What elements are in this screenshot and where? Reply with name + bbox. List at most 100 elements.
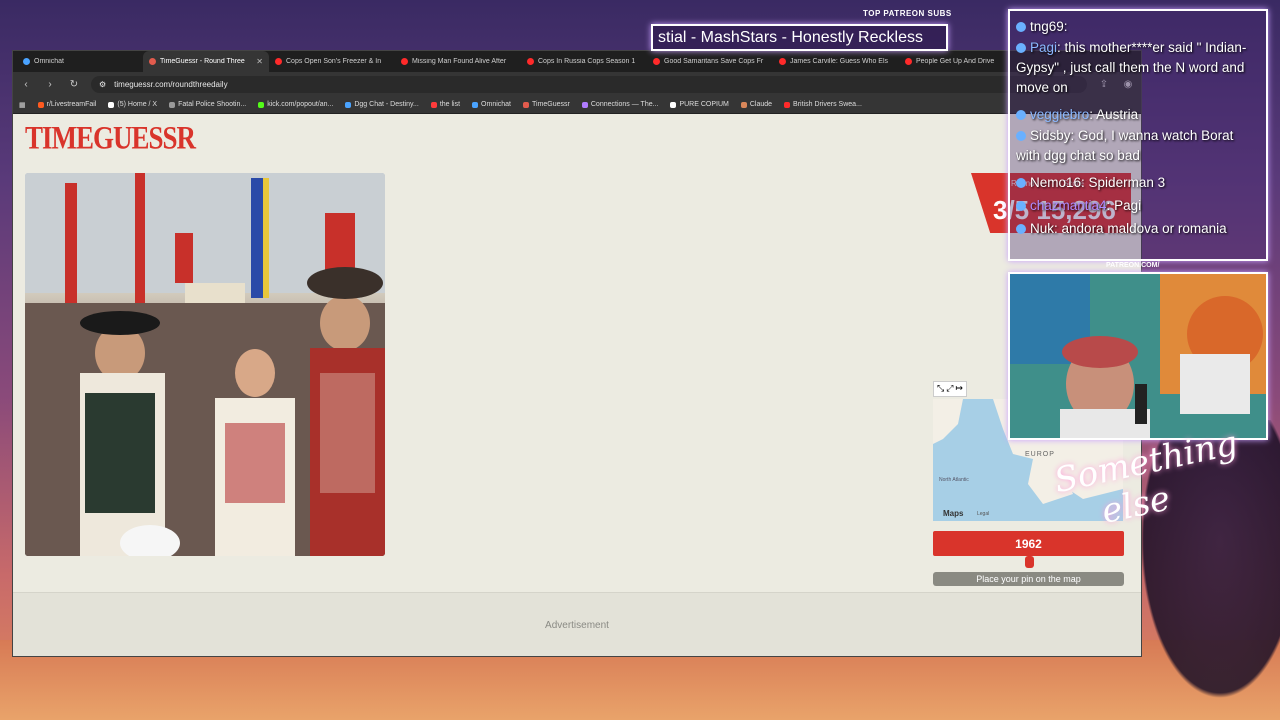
bookmark-favicon-icon [740, 101, 747, 108]
ticker-text: stial - MashStars - Honestly Reckless [658, 28, 923, 46]
chat-username: Pagi [1030, 40, 1058, 55]
browser-tab[interactable]: Good Samaritans Save Cops Fr [647, 51, 773, 72]
bookmark-favicon-icon [108, 101, 115, 108]
bookmark-item[interactable]: Connections — The... [581, 101, 658, 108]
chat-username: veggiebro [1030, 107, 1090, 122]
map-label-europe: EUROP [1025, 451, 1055, 458]
timeguessr-page: TIMEGUESSR Score 3/5 15,296 ⤡ ⤢ ↦ EUROP … [13, 115, 1141, 656]
bookmark-item[interactable]: Omnichat [472, 101, 511, 108]
tab-favicon-icon [149, 58, 156, 65]
tab-label: People Get Up And Drive [916, 58, 995, 65]
chat-message: Nuk: andora maldova or romania [1016, 217, 1260, 240]
chat-message: tng69: [1016, 15, 1260, 38]
url-text: timeguessr.com/roundthreedaily [114, 79, 228, 89]
bookmark-item[interactable]: kick.com/popout/an... [258, 101, 333, 108]
bookmark-label: (5) Home / X [117, 101, 158, 108]
chat-username: Nuk [1030, 221, 1055, 236]
tab-label: TimeGuessr - Round Three [160, 58, 245, 65]
tab-label: Cops In Russia Cops Season 1 [538, 58, 636, 65]
browser-window: Omnichat TimeGuessr - Round Three ✕ Cops Op… [12, 50, 1142, 657]
place-pin-button[interactable]: Place your pin on the map [933, 572, 1124, 586]
bookmark-label: the list [439, 101, 461, 108]
tab-favicon-icon [905, 58, 912, 65]
platform-icon [1016, 22, 1026, 33]
pin-map-icon[interactable]: ↦ [955, 383, 963, 395]
chat-text: Spiderman 3 [1088, 175, 1166, 190]
expand-map-icon[interactable]: ⤡ [937, 383, 944, 395]
bookmark-item[interactable]: Dgg Chat - Destiny... [345, 101, 419, 108]
close-tab-icon[interactable]: ✕ [256, 57, 263, 66]
bookmark-item[interactable]: PURE COPIUM [670, 101, 729, 108]
year-value: 1962 [1015, 536, 1042, 551]
bookmark-favicon-icon [670, 101, 677, 108]
chat-text: andora maldova or romania [1061, 221, 1227, 236]
platform-icon [1016, 43, 1026, 54]
tab-favicon-icon [23, 58, 30, 65]
tab-favicon-icon [779, 58, 786, 65]
reload-icon[interactable]: ↻ [67, 79, 81, 90]
chat-text: Pagi [1114, 198, 1142, 213]
browser-tab[interactable]: Omnichat [17, 51, 143, 72]
bookmark-item[interactable]: Fatal Police Shootin... [169, 101, 246, 108]
chat-username: chazmantia4 [1030, 198, 1107, 213]
site-info-icon[interactable]: ⚙ [99, 80, 106, 89]
chat-message: Pagi: this mother****er said " Indian- G… [1016, 40, 1247, 95]
maps-brand: Maps [943, 509, 964, 518]
browser-tab[interactable]: James Carville: Guess Who Els [773, 51, 899, 72]
bookmark-label: Omnichat [481, 101, 512, 108]
bookmark-label: Dgg Chat - Destiny... [354, 101, 419, 108]
forward-icon[interactable]: › [43, 79, 57, 90]
tab-favicon-icon [653, 58, 660, 65]
bookmark-favicon-icon [345, 101, 352, 108]
shrink-map-icon[interactable]: ⤢ [946, 383, 953, 395]
bookmark-favicon-icon [784, 101, 791, 108]
bookmark-item[interactable]: r/LivestreamFail [37, 101, 96, 108]
timeguessr-logo[interactable]: TIMEGUESSR [25, 120, 196, 157]
bookmark-item[interactable]: (5) Home / X [108, 101, 157, 108]
bookmark-item[interactable]: TimeGuessr [523, 101, 570, 108]
chat-text: Austria [1096, 107, 1139, 122]
bookmark-label: PURE COPIUM [679, 101, 729, 108]
round-photo [25, 173, 385, 556]
browser-tab[interactable]: Missing Man Found Alive After [395, 51, 521, 72]
tab-label: Omnichat [34, 58, 64, 65]
bookmark-item[interactable]: British Drivers Swea... [784, 101, 862, 108]
tab-label: Cops Open Son's Freezer & In [286, 58, 382, 65]
bookmark-favicon-icon [430, 101, 437, 108]
patreon-ticker: stial - MashStars - Honestly Reckless [651, 24, 948, 51]
tab-favicon-icon [401, 58, 408, 65]
bookmarks-bar: ▦ r/LivestreamFail (5) Home / X Fatal Poli… [13, 96, 1141, 114]
map-toolbar: ⤡ ⤢ ↦ [933, 381, 967, 397]
chat-message: veggiebro: Austria [1016, 103, 1260, 126]
year-slider-handle[interactable] [1024, 556, 1034, 568]
bookmark-label: kick.com/popout/an... [267, 101, 334, 108]
chat-username: Sidsby [1030, 128, 1071, 143]
bookmark-favicon-icon [258, 101, 265, 108]
tab-favicon-icon [527, 58, 534, 65]
chat-message: chazmantia4: Pagi [1016, 194, 1260, 217]
browser-tab[interactable]: Cops In Russia Cops Season 1 [521, 51, 647, 72]
bookmark-item[interactable]: Claude [740, 101, 772, 108]
back-icon[interactable]: ‹ [19, 79, 33, 90]
chat-message: Nemo16: Spiderman 3 [1016, 171, 1260, 194]
browser-tab[interactable]: TimeGuessr - Round Three ✕ [143, 51, 269, 72]
webcam-feed [1008, 272, 1268, 440]
tab-bar: Omnichat TimeGuessr - Round Three ✕ Cops Op… [13, 51, 1141, 72]
platform-icon [1016, 178, 1026, 189]
address-bar[interactable]: ⚙ timeguessr.com/roundthreedaily [91, 75, 1087, 93]
bookmark-favicon-icon [581, 101, 588, 108]
bookmark-favicon-icon [523, 101, 530, 108]
browser-tab[interactable]: People Get Up And Drive [899, 51, 1025, 72]
advertisement-band: Advertisement [13, 592, 1141, 656]
bookmark-label: TimeGuessr [532, 101, 570, 108]
platform-icon [1016, 201, 1026, 212]
tab-favicon-icon [275, 58, 282, 65]
bookmark-label: British Drivers Swea... [793, 101, 862, 108]
map-legal[interactable]: Legal [977, 511, 989, 517]
apps-icon[interactable]: ▦ [19, 101, 26, 109]
platform-icon [1016, 131, 1026, 142]
browser-tab[interactable]: Cops Open Son's Freezer & In [269, 51, 395, 72]
bookmark-item[interactable]: the list [430, 101, 461, 108]
bookmark-favicon-icon [169, 101, 176, 108]
chat-overlay: tng69: Pagi: this mother****er said " In… [1008, 9, 1268, 261]
